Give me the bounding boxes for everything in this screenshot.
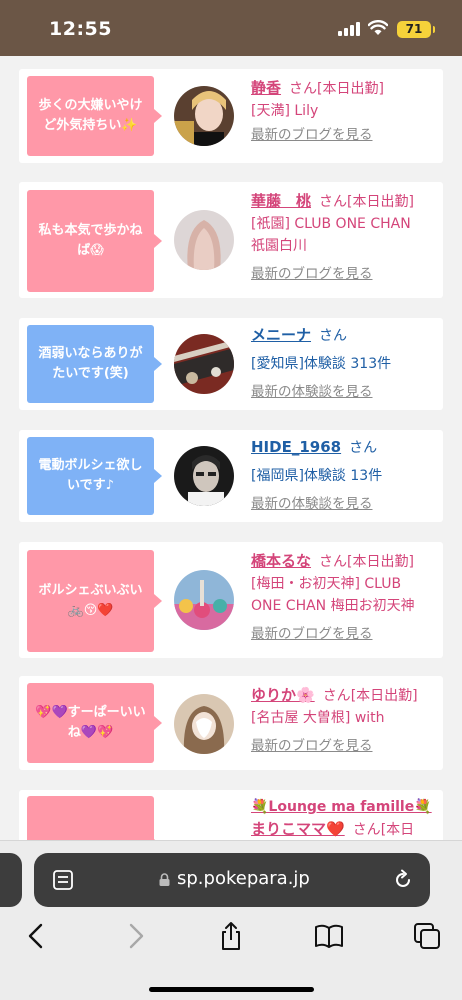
share-icon[interactable]: [216, 921, 246, 951]
forward-icon[interactable]: [120, 921, 150, 951]
latest-blog-link[interactable]: 最新のブログを見る: [251, 263, 439, 285]
previous-tab-preview[interactable]: [0, 853, 22, 907]
cast-name-link[interactable]: 華藤 桃: [251, 192, 311, 210]
avatar[interactable]: [174, 570, 234, 630]
cellular-signal-icon: [338, 22, 360, 36]
latest-blog-link[interactable]: 最新のブログを見る: [251, 124, 439, 146]
avatar[interactable]: [174, 334, 234, 394]
card-info: 静香 さん[本日出勤] [天満] Lily 最新のブログを見る: [251, 77, 439, 146]
card-info: 華藤 桃さん[本日出勤] [祇園] CLUB ONE CHAN 祇園白川 最新の…: [251, 190, 439, 285]
honorific: さん: [352, 822, 381, 838]
comment-bubble: 私も本気で歩かねば😱: [27, 190, 162, 292]
honorific: さん: [319, 554, 348, 570]
honorific: さん: [319, 328, 348, 344]
card-info: ゆりか🌸 さん[本日出勤] [名古屋 大曽根] with 最新のブログを見る: [251, 684, 439, 757]
card-info: 橋本るな さん[本日出勤] [梅田・お初天神] CLUB ONE CHAN 梅田お…: [251, 550, 439, 645]
lock-icon: [159, 873, 170, 886]
latest-blog-link[interactable]: 最新のブログを見る: [251, 735, 439, 757]
store-label: [梅田・お初天神] CLUB ONE CHAN 梅田お初天神: [251, 576, 415, 614]
activity-feed[interactable]: 歩くの大嫌いやけど外気持ちい✨ 静香 さん[本日出勤] [天満] Lily 最新の…: [0, 56, 462, 850]
cast-name-link[interactable]: まりこママ❤️: [251, 820, 345, 838]
store-name-link[interactable]: 💐Lounge ma famille💐: [251, 799, 432, 815]
feed-card[interactable]: 歩くの大嫌いやけど外気持ちい✨ 静香 さん[本日出勤] [天満] Lily 最新の…: [19, 69, 443, 163]
honorific: さん: [319, 194, 348, 210]
cast-name-link[interactable]: 橋本るな: [251, 552, 311, 570]
card-info: HIDE_1968 さん [福岡県]体験談 13件 最新の体験談を見る: [251, 436, 439, 515]
honorific: さん: [289, 81, 318, 97]
attendance-tag: [本日出勤]: [350, 688, 418, 704]
comment-bubble: 💖💜すーぱーいいね💜💖: [27, 683, 162, 763]
attendance-tag: [本日出勤]: [317, 81, 384, 97]
browser-toolbar: sp.pokepara.jp: [0, 840, 462, 1000]
attendance-tag: [本日出勤]: [347, 554, 414, 570]
avatar[interactable]: [174, 210, 234, 270]
feed-card[interactable]: 私も本気で歩かねば😱 華藤 桃さん[本日出勤] [祇園] CLUB ONE CH…: [19, 182, 443, 298]
cast-name-link[interactable]: ゆりか🌸: [251, 686, 315, 704]
address-bar[interactable]: sp.pokepara.jp: [34, 853, 430, 907]
reload-icon[interactable]: [392, 869, 414, 891]
avatar[interactable]: [174, 694, 234, 754]
latest-blog-link[interactable]: 最新のブログを見る: [251, 623, 439, 645]
store-label: [祇園] CLUB ONE CHAN 祇園白川: [251, 216, 411, 254]
home-indicator: [149, 987, 314, 992]
avatar[interactable]: [174, 86, 234, 146]
reviewer-name-link[interactable]: HIDE_1968: [251, 438, 341, 456]
latest-review-link[interactable]: 最新の体験談を見る: [251, 381, 439, 403]
status-bar: 12:55 71: [0, 0, 462, 56]
attendance-tag: [本日: [380, 822, 415, 838]
comment-bubble: 酒弱いならありがたいです(笑): [27, 325, 162, 403]
store-label: [名古屋 大曽根] with: [251, 710, 385, 726]
honorific: さん: [322, 688, 351, 704]
feed-card[interactable]: 酒弱いならありがたいです(笑) メニーナ さん [愛知県]体験談 313件 最新の…: [19, 318, 443, 410]
latest-review-link[interactable]: 最新の体験談を見る: [251, 493, 439, 515]
feed-card[interactable]: ボルシェぶいぶい🚲😚❤️ 橋本るな さん[本日出勤] [梅田・お初天神] CLUB…: [19, 542, 443, 658]
card-info: メニーナ さん [愛知県]体験談 313件 最新の体験談を見る: [251, 324, 439, 403]
battery-icon: 71: [397, 21, 435, 38]
comment-bubble: 電動ボルシェ欲しいです♪: [27, 437, 162, 515]
url-text: sp.pokepara.jp: [177, 868, 310, 889]
comment-bubble: ボルシェぶいぶい🚲😚❤️: [27, 550, 162, 652]
tabs-icon[interactable]: [412, 921, 442, 951]
page-menu-icon[interactable]: [52, 870, 74, 890]
wifi-icon: [368, 20, 388, 35]
review-count: [福岡県]体験談 13件: [251, 468, 383, 484]
feed-card[interactable]: 💖💜すーぱーいいね💜💖 ゆりか🌸 さん[本日出勤] [名古屋 大曽根] with …: [19, 676, 443, 770]
comment-bubble: 歩くの大嫌いやけど外気持ちい✨: [27, 76, 162, 156]
status-time: 12:55: [49, 18, 112, 40]
review-count: [愛知県]体験談 313件: [251, 356, 392, 372]
store-label: [天満] Lily: [251, 103, 319, 119]
feed-card[interactable]: 電動ボルシェ欲しいです♪ HIDE_1968 さん [福岡県]体験談 13件 最新…: [19, 430, 443, 522]
card-info: 💐Lounge ma famille💐 まりこママ❤️ さん[本日: [251, 796, 439, 841]
back-icon[interactable]: [22, 921, 52, 951]
reviewer-name-link[interactable]: メニーナ: [251, 326, 311, 344]
bookmarks-icon[interactable]: [314, 921, 344, 951]
avatar[interactable]: [174, 446, 234, 506]
honorific: さん: [349, 440, 378, 456]
cast-name-link[interactable]: 静香: [251, 79, 281, 97]
attendance-tag: [本日出勤]: [347, 194, 414, 210]
